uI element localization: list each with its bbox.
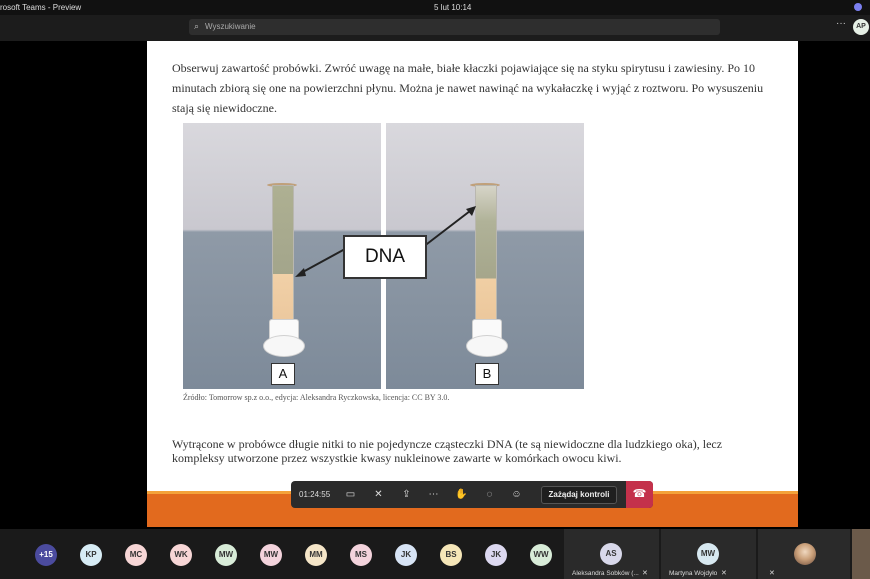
participant-tile[interactable]: ✕ (758, 529, 850, 579)
test-tube-photos: A B DNA (183, 123, 584, 389)
participant-avatar[interactable]: JK (485, 544, 507, 566)
more-options-icon[interactable]: ··· (836, 18, 846, 29)
app-title: rosoft Teams - Preview (0, 3, 82, 12)
arrow-line-a (300, 248, 346, 274)
participant-name: Aleksandra Sobków (... (572, 570, 639, 577)
hang-up-button[interactable]: ☎ (626, 481, 653, 508)
participant-avatar[interactable]: MM (305, 544, 327, 566)
title-bar: rosoft Teams - Preview 5 lut 10:14 (0, 0, 870, 15)
participant-gallery: +15 KP MC WK MW MW MM MS JK BS JK WW AS … (0, 529, 870, 579)
more-actions-icon[interactable]: ⋯ (426, 487, 441, 502)
participant-tile[interactable]: MW Martyna Wojdyło ✕ (661, 529, 756, 579)
participant-name: Martyna Wojdyło (669, 570, 718, 577)
mic-muted-icon: ✕ (721, 570, 727, 577)
participant-avatar: AS (600, 543, 622, 565)
participant-tile[interactable] (852, 529, 870, 579)
participants-icon[interactable]: ☺ (509, 487, 524, 502)
overflow-participants[interactable]: +15 (35, 544, 57, 566)
mic-off-icon[interactable]: ✕ (371, 487, 386, 502)
arrow-head-b (466, 206, 476, 216)
participant-avatar[interactable]: MW (215, 544, 237, 566)
participant-avatar[interactable]: MC (125, 544, 147, 566)
arrow-line-b (422, 210, 471, 248)
participant-avatar[interactable]: WK (170, 544, 192, 566)
raise-hand-icon[interactable]: ✋ (454, 487, 469, 502)
call-timer: 01:24:55 (299, 490, 331, 499)
teams-toolbar: ⌕ Wyszukiwanie (0, 15, 870, 41)
participant-avatar[interactable]: MS (350, 544, 372, 566)
participant-avatar[interactable]: WW (530, 544, 552, 566)
arrow-head-a (295, 268, 306, 277)
participant-tile[interactable]: AS Aleksandra Sobków (... ✕ (564, 529, 659, 579)
meeting-controls: 01:24:55 ▭ ✕ ⇪ ⋯ ✋ ◌ ☺ Zażądaj kontroli … (291, 481, 653, 508)
participant-photo (794, 543, 816, 565)
participant-avatar[interactable]: MW (260, 544, 282, 566)
system-tray-icon[interactable] (854, 3, 862, 11)
image-source-caption: Źródło: Tomorrow sp.z o.o., edycja: Alek… (183, 393, 450, 402)
slide-paragraph-2: Wytrącone w probówce długie nitki to nie… (172, 437, 723, 465)
participant-avatar[interactable]: JK (395, 544, 417, 566)
participant-avatar[interactable]: KP (80, 544, 102, 566)
search-icon: ⌕ (194, 21, 200, 31)
search-box[interactable]: ⌕ Wyszukiwanie (189, 19, 720, 35)
camera-off-icon[interactable]: ▭ (343, 487, 358, 502)
slide-paragraph-1: Obserwuj zawartość probówki. Zwróć uwagę… (172, 61, 764, 115)
participant-avatar: MW (697, 543, 719, 565)
profile-avatar[interactable]: AP (853, 19, 869, 35)
dna-label: DNA (343, 235, 427, 279)
shared-screen-slide: Obserwuj zawartość probówki. Zwróć uwagę… (147, 41, 798, 527)
participant-avatar[interactable]: BS (440, 544, 462, 566)
search-placeholder: Wyszukiwanie (205, 22, 256, 31)
mic-muted-icon: ✕ (642, 570, 648, 577)
request-control-button[interactable]: Zażądaj kontroli (541, 486, 617, 504)
mic-muted-icon: ✕ (769, 570, 775, 577)
system-clock: 5 lut 10:14 (434, 3, 472, 12)
share-screen-icon[interactable]: ⇪ (399, 487, 414, 502)
chat-icon[interactable]: ◌ (482, 487, 497, 502)
